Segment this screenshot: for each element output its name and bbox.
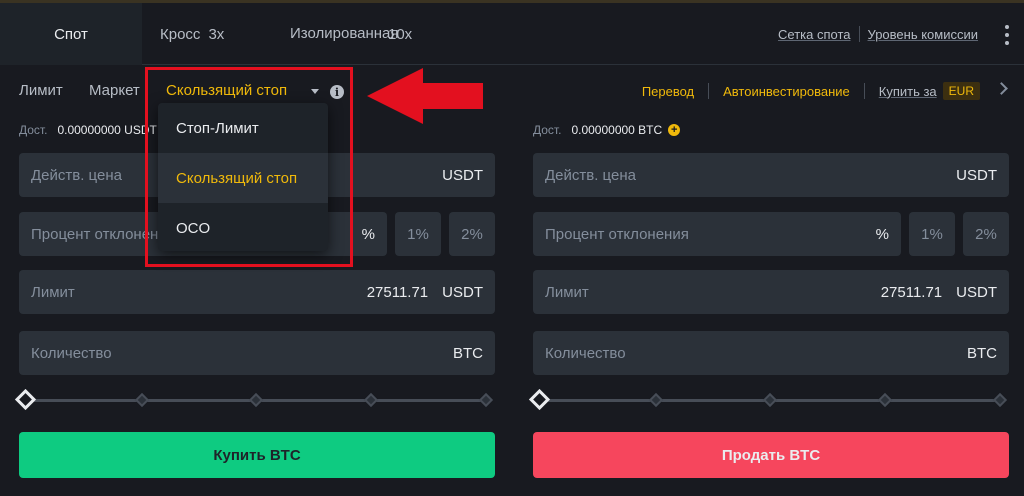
field-placeholder: Лимит (545, 283, 589, 301)
fee-level-link[interactable]: Уровень комиссии (868, 27, 978, 42)
slider-handle[interactable] (14, 388, 37, 411)
sell-amount-slider[interactable] (528, 388, 1009, 411)
top-links: Сетка спота Уровень комиссии (778, 3, 978, 65)
tab-cross-leverage: 3x (208, 25, 225, 43)
field-unit: USDT (442, 283, 483, 301)
field-unit: BTC (453, 344, 483, 362)
slider-mark[interactable] (877, 392, 893, 408)
field-placeholder: Процент отклонения (545, 225, 689, 243)
sell-trigger-price-field[interactable]: Действ. цена USDT (533, 153, 1009, 197)
kebab-menu-icon[interactable] (1004, 25, 1010, 45)
sell-quantity-field[interactable]: Количество BTC (533, 331, 1009, 375)
available-value: 0.00000000 USDT (57, 123, 157, 137)
tab-isolated[interactable]: Изолированная (290, 3, 399, 65)
slider-mark[interactable] (648, 392, 664, 408)
field-placeholder: Действ. цена (545, 166, 636, 184)
field-placeholder: Количество (31, 344, 112, 362)
sell-button[interactable]: Продать BTC (533, 432, 1009, 478)
chevron-right-icon[interactable] (995, 82, 1008, 95)
buy-button[interactable]: Купить BTC (19, 432, 495, 478)
slider-mark[interactable] (248, 392, 264, 408)
transfer-link[interactable]: Перевод (642, 84, 694, 99)
field-unit: BTC (967, 344, 997, 362)
field-unit: USDT (956, 166, 997, 184)
buy-quantity-field[interactable]: Количество BTC (19, 331, 495, 375)
tab-cross[interactable]: Кросс 3x (160, 3, 260, 65)
order-type-market[interactable]: Маркет (89, 82, 140, 99)
field-value: 27511.71 (366, 283, 429, 301)
slider-mark[interactable] (762, 392, 778, 408)
available-label: Дост. (19, 123, 48, 137)
spot-grid-link[interactable]: Сетка спота (778, 27, 850, 42)
slider-mark[interactable] (478, 392, 494, 408)
divider (863, 83, 865, 99)
order-type-limit[interactable]: Лимит (19, 82, 63, 99)
right-links: Перевод Автоинвестирование Купить за EUR (642, 82, 980, 100)
annotation-arrow-icon (367, 68, 483, 124)
margin-mode-tabs: Спот Кросс 3x Изолированная 10x Сетка сп… (0, 3, 1024, 65)
annotation-highlight-box (145, 67, 353, 267)
slider-mark[interactable] (992, 392, 1008, 408)
field-unit: USDT (956, 283, 997, 301)
slider-mark[interactable] (134, 392, 150, 408)
sell-trailing-delta-field[interactable]: Процент отклонения % (533, 212, 901, 256)
divider (858, 26, 860, 42)
plus-circle-icon[interactable]: + (668, 124, 681, 136)
field-unit: % (875, 225, 889, 243)
field-placeholder: Количество (545, 344, 626, 362)
divider (708, 83, 710, 99)
tab-cross-label: Кросс (160, 25, 201, 43)
buy-pct-1-button[interactable]: 1% (395, 212, 441, 256)
autoinvest-link[interactable]: Автоинвестирование (723, 84, 850, 99)
field-unit: % (361, 225, 375, 243)
buy-with-link[interactable]: Купить за (879, 84, 937, 99)
sell-limit-field[interactable]: Лимит 27511.71 USDT (533, 270, 1009, 314)
field-placeholder: Лимит (31, 283, 75, 301)
available-label: Дост. (533, 123, 562, 137)
slider-handle[interactable] (528, 388, 551, 411)
buy-pct-2-button[interactable]: 2% (449, 212, 495, 256)
tab-spot[interactable]: Спот (0, 3, 142, 65)
slider-mark[interactable] (363, 392, 379, 408)
sell-pct-2-button[interactable]: 2% (963, 212, 1009, 256)
available-value: 0.00000000 BTC (571, 123, 663, 137)
buy-amount-slider[interactable] (14, 388, 495, 411)
field-value: 27511.71 (880, 283, 943, 301)
sell-available: Дост. 0.00000000 BTC + (533, 123, 681, 137)
currency-badge[interactable]: EUR (942, 82, 980, 100)
tab-isolated-leverage[interactable]: 10x (388, 3, 428, 65)
buy-limit-field[interactable]: Лимит 27511.71 USDT (19, 270, 495, 314)
sell-pct-1-button[interactable]: 1% (909, 212, 955, 256)
field-unit: USDT (442, 166, 483, 184)
buy-available: Дост. 0.00000000 USDT (19, 123, 157, 137)
